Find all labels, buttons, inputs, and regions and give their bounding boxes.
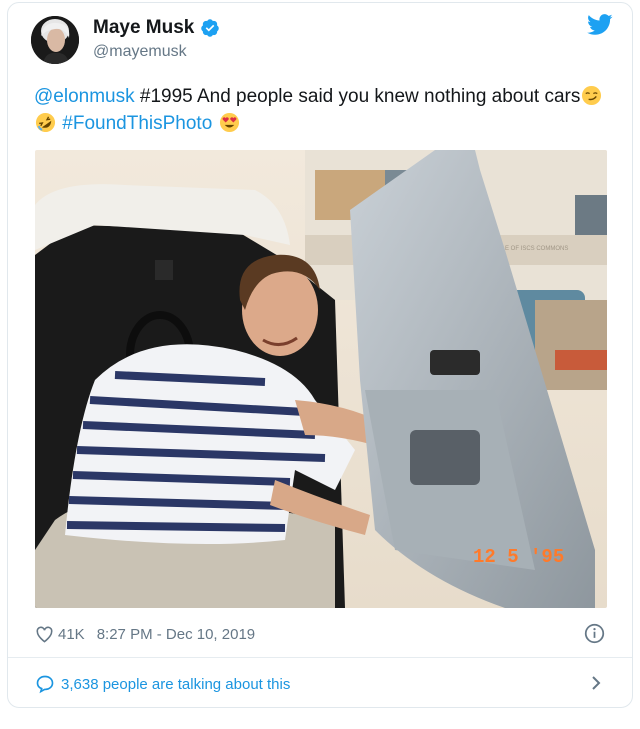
verified-badge-icon xyxy=(201,19,220,37)
smirking-face-emoji-icon xyxy=(582,85,602,106)
handle[interactable]: @mayemusk xyxy=(93,43,220,61)
tweet-meta: 41K 8:27 PM - Dec 10, 2019 xyxy=(35,622,607,646)
like-count[interactable]: 41K xyxy=(58,626,85,643)
chevron-right-icon[interactable] xyxy=(589,674,603,692)
twitter-bird-icon[interactable] xyxy=(587,14,613,36)
info-icon[interactable] xyxy=(584,623,605,644)
talking-about-link[interactable]: 3,638 people are talking about this xyxy=(35,672,607,696)
tweet-photo[interactable]: E OF ISCS COMMONS 12 5 '95 xyxy=(35,150,607,608)
like-heart-icon[interactable] xyxy=(35,625,54,644)
avatar[interactable] xyxy=(31,16,79,64)
comment-bubble-icon xyxy=(36,675,54,694)
tweet-body: #1995 And people said you knew nothing a… xyxy=(134,86,581,107)
tweet-text: @elonmusk #1995 And people said you knew… xyxy=(34,83,604,137)
hashtag-link[interactable]: #FoundThisPhoto xyxy=(62,113,212,134)
heart-eyes-emoji-icon xyxy=(219,112,239,133)
rolling-on-floor-laughing-emoji-icon xyxy=(35,112,56,133)
author-block[interactable]: Maye Musk @mayemusk xyxy=(93,17,220,61)
mention-link[interactable]: @elonmusk xyxy=(34,86,135,107)
tweet-timestamp[interactable]: 8:27 PM - Dec 10, 2019 xyxy=(97,626,255,643)
divider xyxy=(8,657,632,658)
building-sign: E OF ISCS COMMONS xyxy=(505,246,568,252)
display-name[interactable]: Maye Musk xyxy=(93,17,194,39)
photo-date-stamp: 12 5 '95 xyxy=(473,546,564,568)
talking-about-text[interactable]: 3,638 people are talking about this xyxy=(61,676,290,693)
